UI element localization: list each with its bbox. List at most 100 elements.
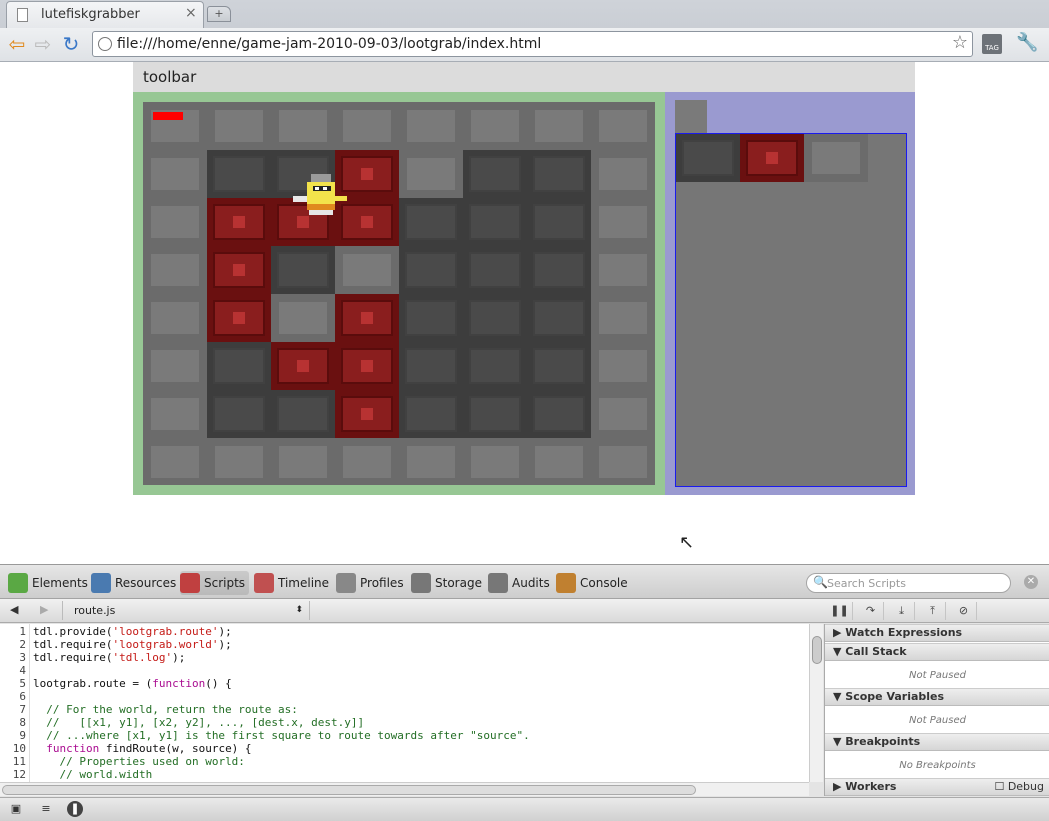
board-tile[interactable] bbox=[143, 342, 207, 390]
line-number[interactable]: 3 bbox=[0, 651, 26, 664]
board-tile[interactable] bbox=[207, 150, 271, 198]
board-tile[interactable] bbox=[591, 438, 655, 485]
board-tile[interactable] bbox=[143, 102, 207, 150]
board-tile[interactable] bbox=[591, 150, 655, 198]
code-line[interactable]: 3 tdl.require('tdl.log'); bbox=[0, 651, 809, 664]
tab-scripts[interactable]: Scripts bbox=[180, 571, 250, 595]
line-number[interactable]: 4 bbox=[0, 664, 26, 677]
console-toggle-icon[interactable]: ≡ bbox=[37, 801, 55, 817]
address-bar[interactable]: file:///home/enne/game-jam-2010-09-03/lo… bbox=[92, 31, 973, 57]
code-line[interactable]: 6 bbox=[0, 690, 809, 703]
board-tile[interactable] bbox=[143, 150, 207, 198]
tab-storage[interactable]: Storage bbox=[411, 571, 482, 595]
code-line[interactable]: 12 // world.width bbox=[0, 768, 809, 781]
step-out-icon[interactable]: ⤒ bbox=[920, 602, 946, 620]
board-tile[interactable] bbox=[207, 390, 271, 438]
board-tile[interactable] bbox=[335, 390, 399, 438]
line-number[interactable]: 10 bbox=[0, 742, 26, 755]
board-tile[interactable] bbox=[591, 342, 655, 390]
board-tile[interactable] bbox=[207, 246, 271, 294]
board-tile[interactable] bbox=[463, 390, 527, 438]
board-tile[interactable] bbox=[143, 294, 207, 342]
board-tile[interactable] bbox=[335, 294, 399, 342]
line-number[interactable]: 5 bbox=[0, 677, 26, 690]
board-tile[interactable] bbox=[335, 342, 399, 390]
board-tile[interactable] bbox=[207, 198, 271, 246]
script-file-select[interactable]: route.js ⬍ bbox=[62, 601, 310, 620]
close-devtools-icon[interactable]: ✕ bbox=[1024, 575, 1038, 589]
line-number[interactable]: 2 bbox=[0, 638, 26, 651]
board-tile[interactable] bbox=[207, 438, 271, 485]
board-tile[interactable] bbox=[207, 294, 271, 342]
board-tile[interactable] bbox=[463, 246, 527, 294]
board-tile[interactable] bbox=[143, 390, 207, 438]
board-tile[interactable] bbox=[335, 438, 399, 485]
line-number[interactable]: 9 bbox=[0, 729, 26, 742]
watch-expressions-header[interactable]: ▶ Watch Expressions bbox=[825, 624, 1049, 642]
step-into-icon[interactable]: ⤓ bbox=[889, 602, 915, 620]
tab-timeline[interactable]: Timeline bbox=[254, 571, 329, 595]
tab-elements[interactable]: Elements bbox=[8, 571, 88, 595]
board-tile[interactable] bbox=[143, 438, 207, 485]
board-tile[interactable] bbox=[527, 198, 591, 246]
step-over-icon[interactable]: ↷ bbox=[858, 602, 884, 620]
code-editor[interactable]: 1 tdl.provide('lootgrab.route'); 2 tdl.requ… bbox=[0, 624, 809, 782]
search-scripts-field[interactable]: 🔍 Search Scripts bbox=[806, 573, 1011, 593]
bookmark-star-icon[interactable]: ☆ bbox=[952, 32, 968, 53]
pause-on-exceptions-icon[interactable]: ❚ bbox=[67, 801, 83, 817]
board-tile[interactable] bbox=[399, 198, 463, 246]
board-tile[interactable] bbox=[527, 150, 591, 198]
board-tile[interactable] bbox=[207, 342, 271, 390]
forward-arrow-icon[interactable]: ▶ bbox=[40, 603, 48, 616]
board-tile[interactable] bbox=[271, 390, 335, 438]
scroll-thumb[interactable] bbox=[812, 636, 822, 664]
board-tile[interactable] bbox=[271, 102, 335, 150]
tab-audits[interactable]: Audits bbox=[488, 571, 550, 595]
vertical-scrollbar[interactable] bbox=[809, 624, 823, 782]
board-tile[interactable] bbox=[399, 246, 463, 294]
tag-extension-icon[interactable]: TAG bbox=[982, 34, 1002, 54]
board-tile[interactable] bbox=[591, 294, 655, 342]
board-tile[interactable] bbox=[527, 246, 591, 294]
code-line[interactable]: 11 // Properties used on world: bbox=[0, 755, 809, 768]
line-number[interactable]: 8 bbox=[0, 716, 26, 729]
board-tile[interactable] bbox=[271, 438, 335, 485]
board-tile[interactable] bbox=[271, 246, 335, 294]
board-tile[interactable] bbox=[527, 438, 591, 485]
line-number[interactable]: 11 bbox=[0, 755, 26, 768]
deactivate-breakpoints-icon[interactable]: ⊘ bbox=[951, 602, 977, 620]
board-tile[interactable] bbox=[399, 294, 463, 342]
board-tile[interactable] bbox=[335, 102, 399, 150]
board-tile[interactable] bbox=[463, 294, 527, 342]
board-tile[interactable] bbox=[463, 198, 527, 246]
board-tile[interactable] bbox=[143, 198, 207, 246]
pause-icon[interactable]: ❚❚ bbox=[827, 602, 853, 620]
board-tile[interactable] bbox=[463, 150, 527, 198]
code-line[interactable]: 9 // ...where [x1, y1] is the first squa… bbox=[0, 729, 809, 742]
scope-variables-header[interactable]: ▼ Scope Variables bbox=[825, 688, 1049, 706]
board-tile[interactable] bbox=[463, 438, 527, 485]
code-line[interactable]: 1 tdl.provide('lootgrab.route'); bbox=[0, 625, 809, 638]
board-tile[interactable] bbox=[399, 390, 463, 438]
tab-profiles[interactable]: Profiles bbox=[336, 571, 404, 595]
back-icon[interactable]: ⇦ bbox=[6, 33, 28, 55]
dock-icon[interactable]: ▣ bbox=[7, 801, 25, 817]
call-stack-header[interactable]: ▼ Call Stack bbox=[825, 643, 1049, 661]
line-number[interactable]: 7 bbox=[0, 703, 26, 716]
code-line[interactable]: 4 bbox=[0, 664, 809, 677]
board-tile[interactable] bbox=[399, 438, 463, 485]
tab-resources[interactable]: Resources bbox=[91, 571, 176, 595]
forward-icon[interactable]: ⇨ bbox=[32, 33, 54, 55]
board-tile[interactable] bbox=[143, 246, 207, 294]
back-arrow-icon[interactable]: ◀ bbox=[10, 603, 18, 616]
palette-tile[interactable] bbox=[740, 134, 804, 182]
new-tab-button[interactable]: + bbox=[207, 6, 231, 22]
url-text[interactable]: file:///home/enne/game-jam-2010-09-03/lo… bbox=[117, 36, 541, 52]
line-number[interactable]: 6 bbox=[0, 690, 26, 703]
board-tile[interactable] bbox=[527, 342, 591, 390]
board-tile[interactable] bbox=[207, 102, 271, 150]
board-tile[interactable] bbox=[399, 102, 463, 150]
palette-tile[interactable] bbox=[676, 134, 740, 182]
line-number[interactable]: 1 bbox=[0, 625, 26, 638]
tab-console[interactable]: Console bbox=[556, 571, 628, 595]
